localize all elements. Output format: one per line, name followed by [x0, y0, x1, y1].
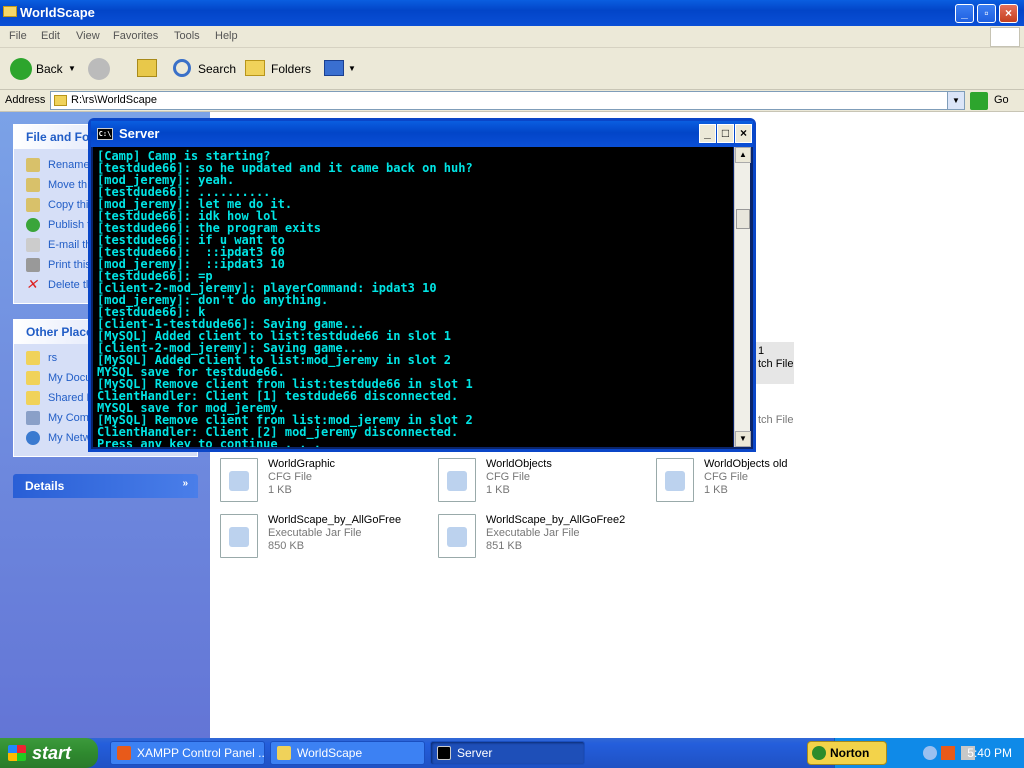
address-bar: Address R:\rs\WorldScape ▼ Go [0, 90, 1024, 112]
taskbar: start XAMPP Control Panel ... WorldScape… [0, 738, 1024, 768]
console-icon [437, 746, 451, 760]
console-scrollbar[interactable]: ▲ ▼ [734, 147, 751, 447]
console-title-bar[interactable]: C:\ Server _ □ × [91, 121, 753, 147]
delete-x-icon: ✕ [26, 276, 38, 292]
expand-chevron-icon: » [182, 478, 188, 489]
shared-folder-icon [26, 391, 40, 405]
task-xampp[interactable]: XAMPP Control Panel ... [110, 741, 265, 765]
norton-button[interactable]: Norton [807, 741, 887, 765]
address-value: R:\rs\WorldScape [71, 94, 157, 106]
file-item[interactable]: WorldGraphic CFG File 1 KB [220, 458, 430, 508]
menu-help[interactable]: Help [215, 30, 238, 42]
address-dropdown-button[interactable]: ▼ [947, 92, 964, 109]
go-arrow-icon [970, 92, 988, 110]
address-field[interactable]: R:\rs\WorldScape ▼ [50, 91, 965, 110]
partial-file-type: tch File [758, 358, 794, 370]
my-computer-icon [26, 411, 40, 425]
back-button[interactable]: Back ▼ [8, 56, 78, 82]
cfg-file-icon [438, 458, 476, 502]
tray-back-icon[interactable] [923, 746, 937, 760]
xampp-tray-icon[interactable] [941, 746, 955, 760]
console-close-button[interactable]: × [735, 124, 752, 143]
folder-icon [3, 6, 17, 17]
minimize-button[interactable]: _ [955, 4, 974, 23]
network-icon [26, 431, 40, 445]
file-item[interactable]: WorldScape_by_AllGoFree Executable Jar F… [220, 514, 430, 564]
task-server[interactable]: Server [430, 741, 585, 765]
task-worldscape[interactable]: WorldScape [270, 741, 425, 765]
my-documents-icon [26, 371, 40, 385]
partial-label: 1 [758, 345, 765, 357]
cfg-file-icon [656, 458, 694, 502]
up-folder-icon [137, 59, 157, 77]
jar-file-icon [438, 514, 476, 558]
windows-flag-icon [8, 745, 26, 761]
publish-web-icon [26, 218, 40, 232]
console-maximize-button[interactable]: □ [717, 124, 734, 143]
menu-file[interactable]: File [9, 30, 27, 42]
menu-tools[interactable]: Tools [174, 30, 200, 42]
menu-bar: File Edit View Favorites Tools Help [0, 26, 1024, 48]
console-output[interactable]: [Camp] Camp is starting? [testdude66]: so… [93, 147, 733, 447]
menu-edit[interactable]: Edit [41, 30, 60, 42]
forward-arrow-icon [88, 58, 110, 80]
email-icon [26, 238, 40, 252]
file-item[interactable]: WorldObjects CFG File 1 KB [438, 458, 648, 508]
window-title: WorldScape [20, 5, 95, 20]
file-item[interactable]: WorldObjects old CFG File 1 KB [656, 458, 866, 508]
search-button[interactable]: Search [171, 56, 237, 82]
up-folder-button[interactable] [136, 56, 160, 82]
xampp-icon [117, 746, 131, 760]
chevron-down-icon: ▼ [68, 64, 76, 73]
views-button[interactable]: ▼ [322, 56, 356, 82]
system-tray: Norton 5:40 PM [807, 738, 1024, 768]
copy-icon [26, 198, 40, 212]
search-icon [173, 59, 191, 77]
scroll-up-arrow-icon[interactable]: ▲ [735, 147, 751, 163]
menu-view[interactable]: View [76, 30, 100, 42]
scroll-down-arrow-icon[interactable]: ▼ [735, 431, 751, 447]
maximize-button[interactable]: ▫ [977, 4, 996, 23]
scroll-thumb[interactable] [736, 209, 750, 229]
forward-button[interactable] [86, 56, 126, 82]
explorer-title-bar[interactable]: WorldScape _ ▫ × [0, 0, 1024, 26]
jar-file-icon [220, 514, 258, 558]
folders-button[interactable]: Folders [244, 56, 311, 82]
folder-icon [54, 95, 67, 106]
views-icon [324, 60, 344, 76]
go-button[interactable]: Go [970, 92, 1020, 110]
console-line: Press any key to continue . . . [97, 437, 321, 447]
partial-file-type: tch File [758, 414, 794, 426]
norton-check-icon [812, 746, 826, 760]
close-button[interactable]: × [999, 4, 1018, 23]
start-button[interactable]: start [0, 738, 98, 768]
address-label: Address [5, 94, 46, 106]
console-minimize-button[interactable]: _ [699, 124, 716, 143]
windows-logo-icon [990, 27, 1020, 47]
cfg-file-icon [220, 458, 258, 502]
menu-favorites[interactable]: Favorites [113, 30, 158, 42]
chevron-down-icon: ▼ [348, 64, 356, 73]
file-item[interactable]: WorldScape_by_AllGoFree2 Executable Jar … [438, 514, 648, 564]
toolbar: Back ▼ Search Folders ▼ [0, 48, 1024, 90]
clock: 5:40 PM [967, 746, 1012, 760]
move-icon [26, 178, 40, 192]
console-title: Server [119, 126, 160, 141]
folder-icon [26, 351, 40, 365]
folder-icon [277, 746, 291, 760]
folders-icon [245, 60, 265, 76]
back-arrow-icon [10, 58, 32, 80]
console-window[interactable]: C:\ Server _ □ × [Camp] Camp is starting… [88, 118, 756, 452]
details-header[interactable]: Details » [13, 474, 198, 498]
console-icon: C:\ [97, 128, 113, 140]
printer-icon [26, 258, 40, 272]
rename-icon [26, 158, 40, 172]
